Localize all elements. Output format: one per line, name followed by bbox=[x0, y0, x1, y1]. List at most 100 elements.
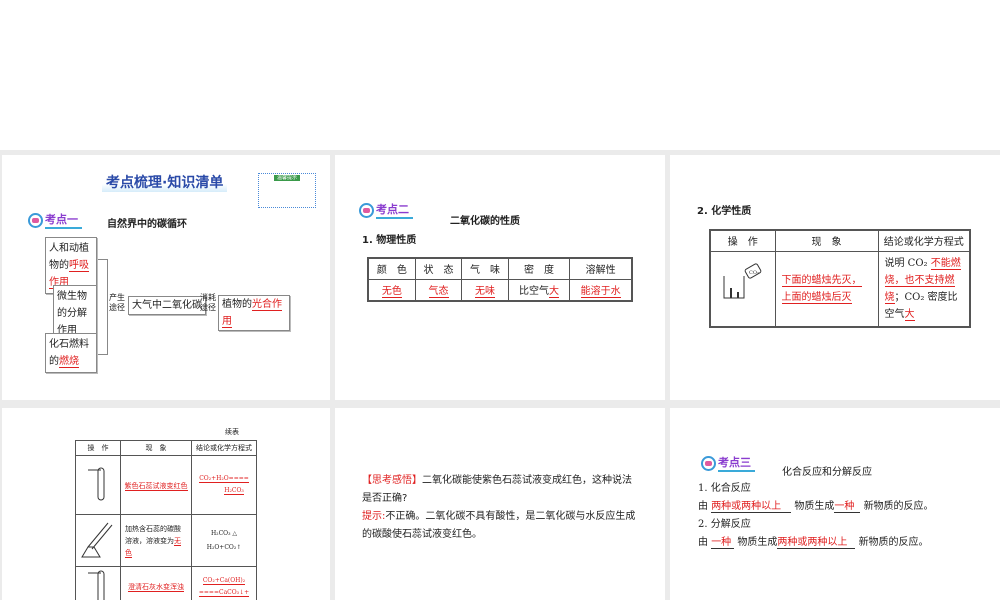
equation-line: CO₂+H₂O==== bbox=[199, 475, 249, 483]
header-cell: 气 味 bbox=[461, 257, 509, 280]
text: 由 bbox=[698, 537, 708, 548]
value-cell: 气态 bbox=[414, 278, 463, 302]
tip-note-title: 温馨提示 bbox=[273, 175, 300, 181]
conclusion-text: 说明 CO₂ bbox=[884, 257, 931, 269]
equation-line: H₂CO₃ △ bbox=[210, 529, 238, 537]
answer: 大 bbox=[904, 308, 915, 321]
badge-icon bbox=[359, 202, 374, 218]
conclusion-text: ；CO₂ 密度比空气 bbox=[884, 291, 958, 320]
value-cell: 无味 bbox=[461, 278, 509, 302]
value-cell: 能溶于水 bbox=[569, 278, 633, 302]
source-answer: 燃烧 bbox=[59, 356, 79, 368]
text: 新物质的反应。 bbox=[863, 501, 934, 512]
continued-table: 操 作 现 象 结论或化学方程式 紫色石蕊试液变红色 CO₂+H₂O==== H₂… bbox=[75, 440, 257, 600]
header-cell: 颜 色 bbox=[367, 257, 416, 280]
text: 物质生成 bbox=[794, 501, 835, 512]
answer: 一种 bbox=[834, 501, 861, 513]
operation-cell bbox=[75, 566, 121, 600]
equation-line: CO₂+Ca(OH)₂ bbox=[202, 576, 246, 585]
subtitle: 2. 化学性质 bbox=[697, 206, 752, 217]
header-cell: 状 态 bbox=[414, 257, 463, 280]
test-tube-icon bbox=[88, 467, 105, 500]
test-tube-icon bbox=[88, 570, 105, 600]
sink-text: 植物的 bbox=[222, 299, 252, 310]
physical-properties-table: 颜 色 状 态 气 味 密 度 溶解性 无色 气态 无味 比空气大 能溶于水 bbox=[367, 257, 633, 302]
header-cell: 密 度 bbox=[507, 257, 571, 280]
answer: 大 bbox=[549, 286, 559, 299]
section-heading: 2. 分解反应 bbox=[698, 519, 751, 530]
hint-label: 提示: bbox=[362, 511, 386, 522]
question-paragraph: 【思考感悟】二氧化碳能使紫色石蕊试液变成红色，这种说法是否正确? 提示:不正确。… bbox=[362, 472, 637, 544]
equation-line: ====CaCO₃↓+ bbox=[198, 588, 250, 597]
slide-1-thumbnail[interactable]: 考点梳理·知识清单 温馨提示 考点一 自然界中的碳循环 人和动植物的呼吸作用 微… bbox=[2, 155, 330, 400]
slide-3-thumbnail[interactable]: 2. 化学性质 操 作 现 象 结论或化学方程式 CO₂ 下面的蜡烛先灭， 上面… bbox=[670, 155, 1000, 400]
badge-kaodian-1: 考点一 bbox=[28, 212, 82, 229]
slide-title: 考点梳理·知识清单 bbox=[102, 172, 228, 192]
answer: 无味 bbox=[475, 286, 495, 299]
value-cell: 无色 bbox=[367, 278, 416, 302]
slide-2-thumbnail[interactable]: 考点二 二氧化碳的性质 1. 物理性质 颜 色 状 态 气 味 密 度 溶解性 … bbox=[335, 155, 665, 400]
conclusion-cell: 说明 CO₂ 不能燃烧，也不支持燃烧；CO₂ 密度比空气大 bbox=[877, 250, 971, 328]
chemical-properties-table: 操 作 现 象 结论或化学方程式 CO₂ 下面的蜡烛先灭， 上面的蜡烛后灭 说明… bbox=[709, 229, 971, 328]
text: 物质生成 bbox=[737, 537, 778, 548]
badge-icon bbox=[701, 455, 716, 471]
sink-box: 植物的光合作用 bbox=[218, 295, 290, 331]
tip-note: 温馨提示 bbox=[258, 173, 316, 208]
header-cell: 结论或化学方程式 bbox=[877, 229, 971, 252]
operation-cell bbox=[75, 514, 121, 567]
header-cell: 操 作 bbox=[75, 440, 121, 456]
operation-cell bbox=[75, 455, 121, 515]
slide-5-thumbnail[interactable]: 【思考感悟】二氧化碳能使紫色石蕊试液变成红色，这种说法是否正确? 提示:不正确。… bbox=[335, 408, 665, 600]
badge-kaodian-3: 考点三 bbox=[701, 455, 755, 472]
phenomenon-cell: 加热含石蕊的碳酸溶液，溶液变为无色 bbox=[120, 514, 192, 567]
topic: 自然界中的碳循环 bbox=[107, 219, 187, 230]
slide-4-thumbnail[interactable]: 续表 操 作 现 象 结论或化学方程式 紫色石蕊试液变红色 CO₂+H₂O===… bbox=[2, 408, 330, 600]
produce-label: 产生途径 bbox=[109, 293, 125, 312]
combination-definition: 由 两种或两种以上 物质生成一种 新物质的反应。 bbox=[698, 498, 998, 516]
answer: 上面的蜡烛后灭 bbox=[781, 291, 852, 304]
equation-cell: CO₂+Ca(OH)₂ ====CaCO₃↓+ bbox=[191, 566, 257, 600]
hint-text: 不正确。二氧化碳不具有酸性，是二氧化碳与水反应生成的碳酸使石蕊试液变红色。 bbox=[362, 511, 636, 540]
answer: 两种或两种以上 bbox=[711, 501, 792, 513]
bracket-line bbox=[98, 259, 108, 355]
answer: 澄清石灰水变浑浊 bbox=[128, 583, 184, 592]
phenomenon-cell: 澄清石灰水变浑浊 bbox=[120, 566, 192, 600]
answer: 无色 bbox=[381, 286, 402, 299]
slide-sorter: 考点梳理·知识清单 温馨提示 考点一 自然界中的碳循环 人和动植物的呼吸作用 微… bbox=[0, 150, 1000, 600]
text: 由 bbox=[698, 501, 708, 512]
badge-icon bbox=[28, 212, 43, 228]
header-cell: 操 作 bbox=[709, 229, 776, 252]
equation-cell: CO₂+H₂O==== H₂CO₃ bbox=[191, 455, 257, 515]
slide-6-thumbnail[interactable]: 考点三 化合反应和分解反应 1. 化合反应 由 两种或两种以上 物质生成一种 新… bbox=[670, 408, 1000, 600]
center-box: 大气中二氧化碳 bbox=[128, 296, 206, 315]
answer: 下面的蜡烛先灭， bbox=[781, 274, 862, 287]
phenomenon-cell: 紫色石蕊试液变红色 bbox=[120, 455, 192, 515]
answer: 两种或两种以上 bbox=[777, 537, 856, 549]
section-heading: 1. 化合反应 bbox=[698, 483, 751, 494]
consume-label: 消耗途径 bbox=[200, 293, 216, 312]
source-box-3: 化石燃料的燃烧 bbox=[45, 333, 97, 373]
co2-label: CO₂ bbox=[749, 270, 759, 276]
badge-kaodian-2: 考点二 bbox=[359, 202, 413, 219]
answer: 紫色石蕊试液变红色 bbox=[124, 481, 188, 491]
answer: 气态 bbox=[428, 286, 449, 299]
source-text: 微生物的分解作用 bbox=[57, 291, 87, 336]
heating-apparatus-icon bbox=[81, 522, 113, 558]
combination-section: 1. 化合反应 由 两种或两种以上 物质生成一种 新物质的反应。 2. 分解反应… bbox=[698, 480, 998, 552]
phenomenon-text: 加热含石蕊的碳酸溶液，溶液变为 bbox=[125, 524, 181, 545]
topic: 二氧化碳的性质 bbox=[450, 216, 520, 227]
equation-line: H₂CO₃ bbox=[224, 487, 244, 495]
equation-cell: H₂CO₃ △ H₂O+CO₂↑ bbox=[191, 514, 257, 567]
operation-cell: CO₂ bbox=[709, 250, 776, 328]
beaker-candles-icon: CO₂ bbox=[723, 263, 762, 299]
header-cell: 结论或化学方程式 bbox=[191, 440, 257, 456]
text: 新物质的反应。 bbox=[858, 537, 929, 548]
equation-line: H₂O+CO₂↑ bbox=[206, 543, 242, 551]
value-cell: 比空气大 bbox=[507, 278, 571, 302]
question-label: 【思考感悟】 bbox=[362, 475, 422, 486]
header-cell: 溶解性 bbox=[569, 257, 633, 280]
answer: 一种 bbox=[711, 537, 735, 549]
density-prefix: 比空气 bbox=[519, 286, 549, 298]
header-cell: 现 象 bbox=[120, 440, 192, 456]
decomposition-definition: 由 一种 物质生成两种或两种以上 新物质的反应。 bbox=[698, 534, 998, 552]
